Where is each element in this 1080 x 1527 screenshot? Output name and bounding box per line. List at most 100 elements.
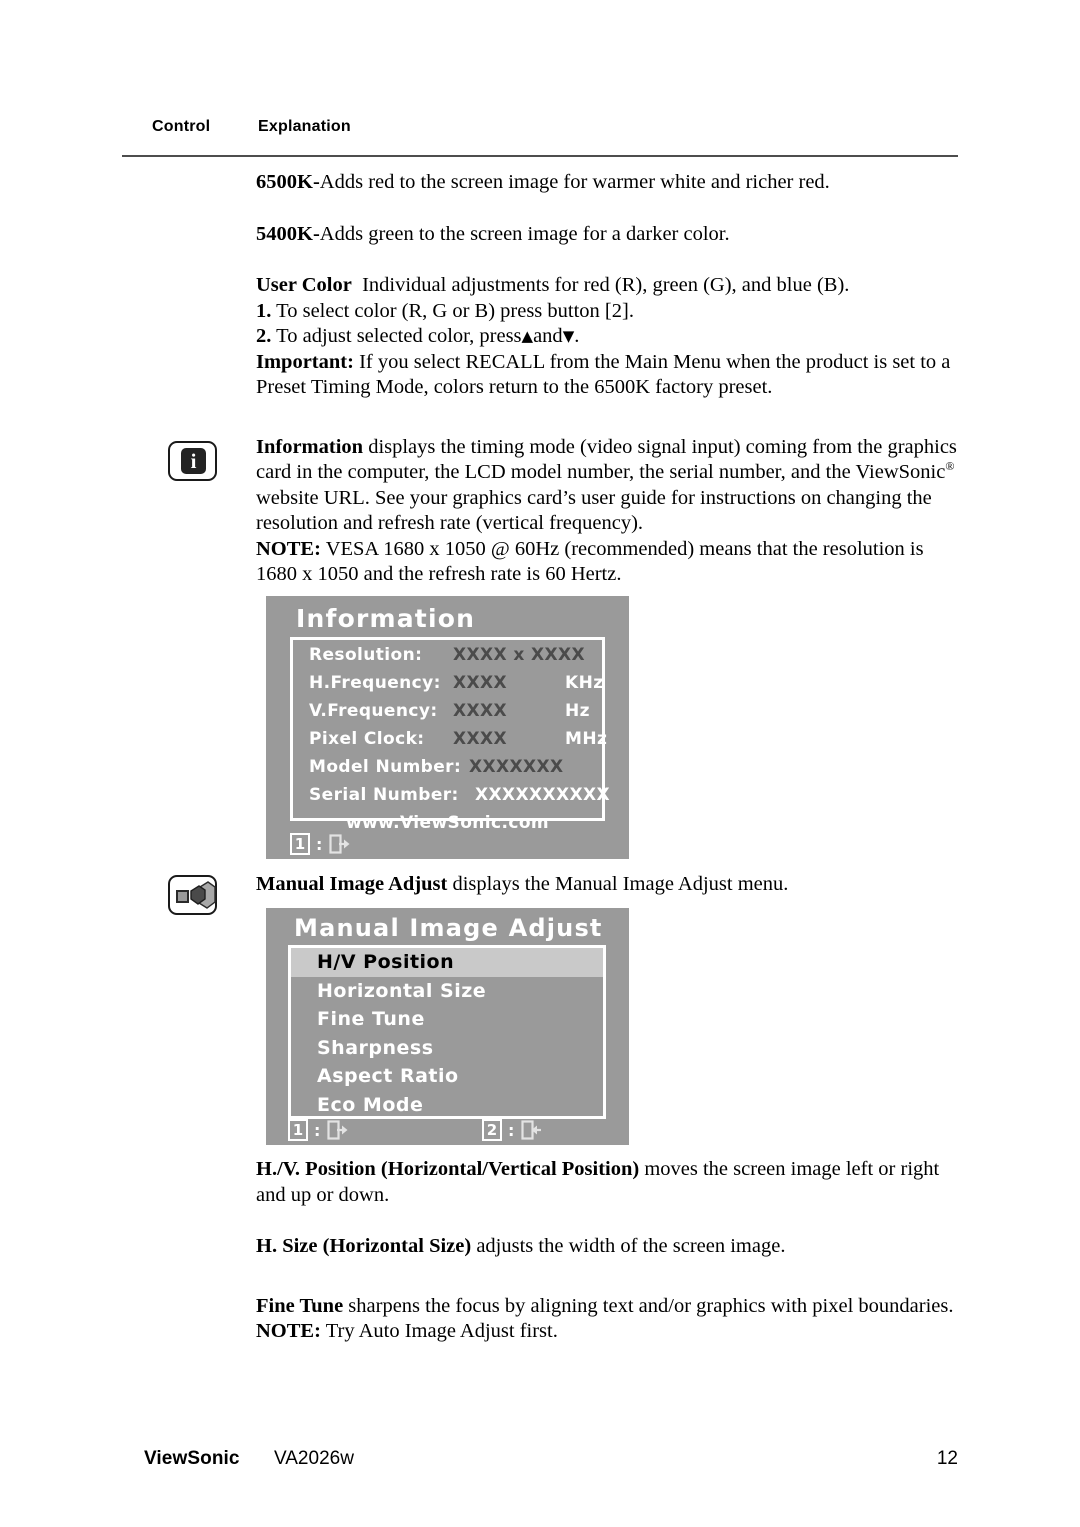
- manual-image-adjust-icon: [168, 875, 217, 915]
- menu-item-label: Sharpness: [317, 1036, 434, 1059]
- osd-label-resolution: Resolution:: [309, 645, 423, 665]
- term-information: Information: [256, 435, 364, 458]
- osd-value-h-frequency: XXXX: [453, 673, 508, 693]
- paragraph-user-color-text: Individual adjustments for red (R), gree…: [362, 274, 850, 296]
- up-arrow-icon: ▲: [521, 327, 534, 345]
- term-fine-tune: Fine Tune: [256, 1294, 344, 1317]
- osd-value-v-frequency: XXXX: [453, 701, 508, 721]
- osd-manual-image-adjust-list: H/V Position Horizontal Size Fine Tune S…: [288, 945, 606, 1119]
- term-5400k: 5400K-: [256, 222, 320, 245]
- body-content-lower: H./V. Position (Horizontal/Vertical Posi…: [256, 1157, 958, 1345]
- down-arrow-icon: ▼: [562, 327, 575, 345]
- osd-manual-image-adjust-panel: Manual Image Adjust H/V Position Horizon…: [266, 908, 629, 1145]
- body-content: 6500K-Adds red to the screen image for w…: [256, 170, 958, 588]
- label-note-auto: NOTE:: [256, 1320, 321, 1342]
- paragraph-user-color: User Color Individual adjustments for re…: [256, 273, 958, 299]
- paragraph-manual-image-adjust: Manual Image Adjust displays the Manual …: [256, 872, 958, 898]
- osd-manual-image-adjust-footer: 1 : 2 :: [266, 1115, 629, 1145]
- step-2-number: 2.: [256, 325, 272, 347]
- paragraph-information-text-b: website URL. See your graphics card’s us…: [256, 486, 932, 535]
- osd-information-footer: 1 :: [266, 829, 629, 859]
- paragraph-6500k-text: Adds red to the screen image for warmer …: [319, 171, 830, 193]
- osd-row-resolution: Resolution: XXXX x XXXX: [293, 645, 602, 673]
- osd-manual-image-adjust-title: Manual Image Adjust: [294, 914, 603, 942]
- osd-label-pixel-clock: Pixel Clock:: [309, 729, 425, 749]
- menu-item-hv-position[interactable]: H/V Position: [291, 948, 603, 977]
- manual-image-adjust-icon-square: [176, 890, 189, 903]
- term-hv-position: H./V. Position (Horizontal/Vertical Posi…: [256, 1158, 640, 1180]
- column-header-control: Control: [152, 118, 211, 135]
- menu-item-sharpness[interactable]: Sharpness: [291, 1034, 603, 1063]
- hint-colon: :: [316, 834, 323, 854]
- osd-information-list: Resolution: XXXX x XXXX H.Frequency: XXX…: [290, 637, 610, 833]
- paragraph-note-vesa-text: VESA 1680 x 1050 @ 60Hz (recommended) me…: [256, 537, 924, 586]
- osd-row-pixel-clock: Pixel Clock: XXXX MHz: [293, 729, 607, 757]
- osd-row-serial-number: Serial Number: XXXXXXXXXX: [293, 785, 610, 813]
- information-icon-glyph: i: [190, 449, 197, 473]
- label-important: Important:: [256, 350, 354, 373]
- hint-key-1: 1: [290, 833, 310, 855]
- hint-exit[interactable]: 1 :: [290, 832, 352, 856]
- paragraph-fine-tune: Fine Tune sharpens the focus by aligning…: [256, 1294, 958, 1320]
- hint-exit[interactable]: 1 :: [288, 1118, 350, 1142]
- menu-item-label: Horizontal Size: [317, 979, 487, 1002]
- label-note-vesa: NOTE:: [256, 537, 321, 560]
- step-2-text-before: To adjust selected color, press: [276, 325, 522, 347]
- menu-item-fine-tune[interactable]: Fine Tune: [291, 1005, 603, 1034]
- paragraph-note-auto: NOTE: Try Auto Image Adjust first.: [256, 1319, 958, 1345]
- term-h-size: H. Size (Horizontal Size): [256, 1235, 472, 1257]
- footer-page-number: 12: [936, 1448, 958, 1469]
- step-1-number: 1.: [256, 299, 272, 322]
- osd-value-serial-number: XXXXXXXXXX: [475, 785, 611, 805]
- term-6500k: 6500K-: [256, 171, 320, 193]
- osd-value-pixel-clock: XXXX: [453, 729, 508, 749]
- menu-item-aspect-ratio[interactable]: Aspect Ratio: [291, 1062, 603, 1091]
- osd-row-h-frequency: H.Frequency: XXXX KHz: [293, 673, 604, 701]
- paragraph-fine-tune-text: sharpens the focus by aligning text and/…: [348, 1294, 954, 1317]
- hint-colon: :: [508, 1120, 515, 1140]
- menu-item-label: H/V Position: [317, 951, 455, 973]
- paragraph-6500k: 6500K-Adds red to the screen image for w…: [256, 170, 958, 196]
- hint-enter[interactable]: 2 :: [482, 1118, 544, 1142]
- hint-key-2: 2: [482, 1119, 502, 1141]
- page-header: Control Explanation: [122, 118, 958, 148]
- paragraph-information: Information displays the timing mode (vi…: [256, 435, 958, 537]
- osd-information-panel: Information Resolution: XXXX x XXXX H.Fr…: [266, 596, 629, 859]
- osd-label-v-frequency: V.Frequency:: [309, 701, 438, 721]
- paragraph-h-size-text: adjusts the width of the screen image.: [476, 1235, 786, 1257]
- osd-value-resolution: XXXX x XXXX: [453, 645, 586, 665]
- page-footer: ViewSonic VA2026w 12: [122, 1448, 958, 1476]
- term-user-color: User Color: [256, 274, 352, 296]
- osd-value-model-number: XXXXXXX: [469, 757, 564, 777]
- information-icon: i: [168, 441, 217, 481]
- osd-label-model-number: Model Number:: [309, 757, 462, 777]
- registered-trademark-icon: ®: [945, 459, 955, 474]
- paragraph-note-auto-text: Try Auto Image Adjust first.: [325, 1320, 558, 1342]
- paragraph-user-color-step-2: 2. To adjust selected color, press▲and▼.: [256, 324, 958, 350]
- paragraph-5400k: 5400K-Adds green to the screen image for…: [256, 222, 958, 248]
- osd-unit-v-frequency: Hz: [565, 701, 590, 721]
- menu-item-horizontal-size[interactable]: Horizontal Size: [291, 977, 603, 1006]
- paragraph-h-size: H. Size (Horizontal Size) adjusts the wi…: [256, 1234, 958, 1260]
- osd-information-title: Information: [296, 604, 476, 633]
- hint-colon: :: [314, 1120, 321, 1140]
- information-icon-badge: i: [181, 448, 206, 474]
- step-2-conjunction: and: [533, 325, 563, 347]
- paragraph-hv-position: H./V. Position (Horizontal/Vertical Posi…: [256, 1157, 958, 1208]
- osd-label-serial-number: Serial Number:: [309, 785, 459, 805]
- osd-unit-pixel-clock: MHz: [565, 729, 608, 749]
- paragraph-manual-image-adjust-text: displays the Manual Image Adjust menu.: [452, 873, 789, 895]
- exit-icon: [327, 1120, 348, 1140]
- footer-brand: ViewSonic: [144, 1448, 240, 1469]
- hint-key-1: 1: [288, 1119, 308, 1141]
- paragraph-5400k-text: Adds green to the screen image for a dar…: [319, 222, 730, 245]
- osd-row-model-number: Model Number: XXXXXXX: [293, 757, 602, 785]
- header-divider: [122, 155, 958, 157]
- osd-unit-h-frequency: KHz: [565, 673, 604, 693]
- osd-label-h-frequency: H.Frequency:: [309, 673, 441, 693]
- manual-image-adjust-icon-hand: [190, 881, 216, 909]
